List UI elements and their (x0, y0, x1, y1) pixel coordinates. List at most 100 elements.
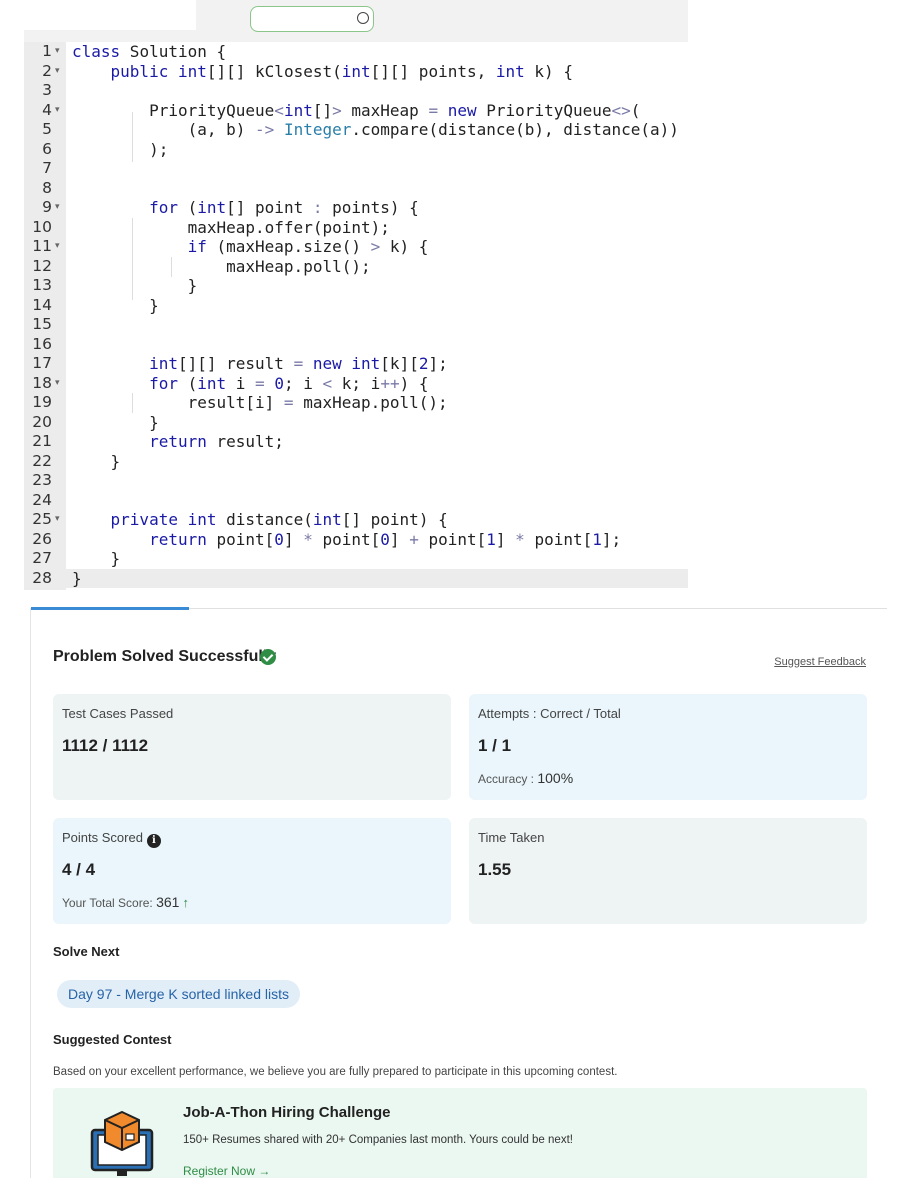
total-score-label: Your Total Score: (62, 896, 153, 910)
code-text: (a, b) -> Integer.compare(distance(b), d… (72, 120, 679, 139)
code-line[interactable]: 12 maxHeap.poll(); (24, 257, 688, 277)
line-number: 20 (32, 412, 52, 431)
attempts-card: Attempts : Correct / Total 1 / 1 Accurac… (469, 694, 867, 800)
code-line[interactable]: 27 } (24, 549, 688, 569)
code-text: } (72, 412, 159, 432)
line-number: 14 (32, 295, 52, 314)
line-number: 23 (32, 471, 52, 489)
code-line[interactable]: 18 ▾ for (int i = 0; i < k; i++) { (24, 374, 688, 394)
code-line[interactable]: 25 ▾ private int distance(int[] point) { (24, 510, 688, 530)
editor-header (24, 0, 688, 42)
code-line[interactable]: 23 (24, 471, 688, 491)
code-line[interactable]: 3 (24, 81, 688, 101)
points-card: Points Scored i 4 / 4 Your Total Score: 3… (53, 818, 451, 924)
fold-toggle-icon[interactable]: ▾ (55, 62, 60, 82)
contest-card[interactable]: Job-A-Thon Hiring Challenge 150+ Resumes… (53, 1088, 867, 1178)
arrow-up-icon: ↑ (182, 895, 189, 910)
code-text: return result; (149, 432, 284, 451)
code-line[interactable]: 9 ▾ for (int[] point : points) { (24, 198, 688, 218)
code-text: for (int i = 0; i < k; i++) { (149, 373, 429, 393)
code-line[interactable]: 2 ▾ public int[][] kClosest(int[][] point… (24, 62, 688, 82)
next-problem-chip[interactable]: Day 97 - Merge K sorted linked lists (57, 980, 300, 1008)
code-line[interactable]: 19 result[i] = maxHeap.poll(); (24, 393, 688, 413)
code-line[interactable]: 24 (24, 491, 688, 511)
monitor-briefcase-icon (90, 1110, 154, 1176)
line-number: 24 (32, 490, 52, 509)
contest-description: Based on your excellent performance, we … (53, 1066, 618, 1078)
code-line[interactable]: 14 } (24, 296, 688, 316)
line-number: 10 (32, 217, 52, 236)
code-text: PriorityQueue<int[]> maxHeap = new Prior… (72, 100, 641, 120)
code-line[interactable]: 7 (24, 159, 688, 179)
code-line[interactable]: 1 ▾ class Solution { (24, 42, 688, 62)
code-text: if (maxHeap.size() > k) { (187, 237, 429, 256)
solve-next-heading: Solve Next (53, 944, 120, 959)
code-line[interactable]: 21 return result; (24, 432, 688, 452)
contest-text: 150+ Resumes shared with 20+ Companies l… (183, 1134, 573, 1146)
result-panel: Problem Solved Successfully Suggest Feed… (30, 607, 887, 1178)
time-value: 1.55 (478, 860, 512, 879)
code-line[interactable]: 15 (24, 315, 688, 335)
line-number: 13 (32, 276, 52, 294)
code-text: class Solution { (72, 42, 227, 61)
code-line[interactable]: 10 maxHeap.offer(point); (24, 218, 688, 238)
code-text: } (72, 451, 121, 471)
code-line[interactable]: 22 } (24, 452, 688, 472)
line-number: 28 (32, 568, 52, 587)
suggest-feedback-link[interactable]: Suggest Feedback (774, 656, 866, 668)
code-text: public int[][] kClosest(int[][] points, … (110, 61, 573, 81)
editor-toolbar-button[interactable] (250, 6, 374, 32)
line-number: 11 (32, 237, 52, 255)
register-now-link[interactable]: Register Now → (183, 1164, 270, 1178)
code-line[interactable]: 20 } (24, 413, 688, 433)
code-line[interactable]: 4 ▾ PriorityQueue<int[]> maxHeap = new Pr… (24, 101, 688, 121)
points-value: 4 / 4 (62, 860, 96, 879)
line-number: 1 (42, 42, 52, 60)
attempts-value: 1 / 1 (478, 736, 512, 755)
fold-toggle-icon[interactable]: ▾ (55, 198, 60, 218)
line-number: 8 (42, 178, 52, 197)
editor-tab[interactable] (24, 0, 196, 30)
line-number: 16 (32, 334, 52, 353)
fold-toggle-icon[interactable]: ▾ (55, 374, 60, 394)
fold-toggle-icon[interactable]: ▾ (55, 42, 60, 62)
code-line[interactable]: 16 (24, 335, 688, 355)
code-editor[interactable]: 1 ▾ class Solution {2 ▾ public int[][] kClo… (24, 42, 688, 590)
code-line[interactable]: 28} (24, 568, 688, 588)
info-icon[interactable]: i (146, 834, 161, 848)
code-line[interactable]: 17 int[][] result = new int[k][2]; (24, 354, 688, 374)
active-tab-indicator (31, 607, 189, 610)
suggested-contest-heading: Suggested Contest (53, 1032, 172, 1047)
toolbar-icon (357, 12, 369, 24)
code-line[interactable]: 8 (24, 179, 688, 199)
line-number: 18 (32, 373, 52, 392)
time-card: Time Taken 1.55 (469, 818, 867, 924)
code-text: maxHeap.poll(); (72, 256, 371, 276)
line-number: 26 (32, 529, 52, 548)
test-cases-label: Test Cases Passed (62, 706, 174, 721)
code-text: } (72, 549, 121, 568)
line-number: 2 (42, 61, 52, 80)
total-score-row: Your Total Score: 361 ↑ (62, 894, 189, 910)
code-line[interactable]: 11 ▾ if (maxHeap.size() > k) { (24, 237, 688, 257)
code-text: private int distance(int[] point) { (110, 510, 448, 529)
line-number: 15 (32, 315, 52, 333)
check-circle-icon (260, 649, 276, 665)
code-line[interactable]: 13 } (24, 276, 688, 296)
code-line[interactable]: 26 return point[0] * point[0] + point[1]… (24, 530, 688, 550)
code-text: for (int[] point : points) { (149, 198, 419, 217)
fold-toggle-icon[interactable]: ▾ (55, 510, 60, 530)
fold-toggle-icon[interactable]: ▾ (55, 101, 60, 121)
code-line[interactable]: 6 ); (24, 140, 688, 160)
code-text: } (72, 276, 198, 295)
line-number: 22 (32, 451, 52, 470)
line-number: 25 (32, 510, 52, 528)
line-number: 5 (42, 120, 52, 138)
line-number: 3 (42, 81, 52, 99)
code-line[interactable]: 5 (a, b) -> Integer.compare(distance(b),… (24, 120, 688, 140)
fold-toggle-icon[interactable]: ▾ (55, 237, 60, 257)
code-text: int[][] result = new int[k][2]; (149, 354, 448, 373)
line-number: 27 (32, 549, 52, 567)
accuracy-row: Accuracy : 100% (478, 770, 573, 786)
line-number: 9 (42, 198, 52, 216)
